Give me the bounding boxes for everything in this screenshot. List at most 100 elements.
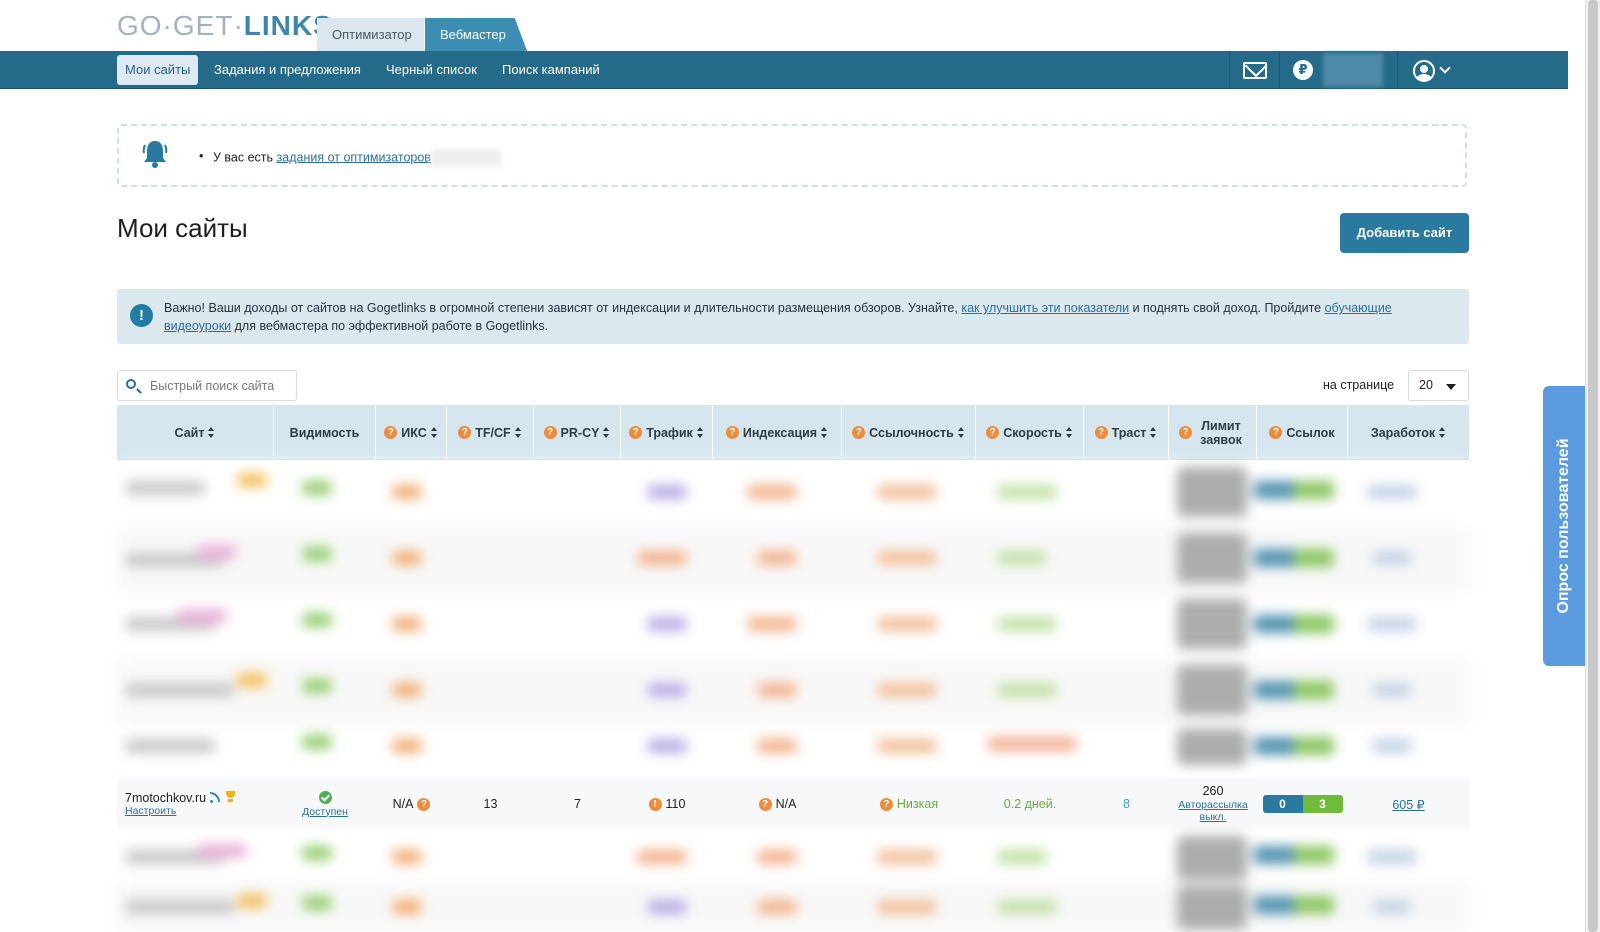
tab-webmaster[interactable]: Вебмастер bbox=[425, 18, 527, 51]
col-speed[interactable]: ? Скорость bbox=[976, 405, 1084, 460]
nav-blacklist[interactable]: Черный список bbox=[386, 55, 477, 85]
help-icon[interactable]: ? bbox=[986, 426, 1000, 439]
site-search[interactable] bbox=[117, 370, 297, 401]
info-text: Важно! Ваши доходы от сайтов на Gogetlin… bbox=[164, 301, 1392, 333]
help-icon[interactable]: ? bbox=[543, 426, 557, 439]
sort-icon bbox=[821, 426, 828, 439]
tasks-link[interactable]: задания от оптимизаторов bbox=[277, 150, 431, 164]
cell-earnings: 605 ₽ bbox=[1348, 778, 1469, 830]
cell-iks: N/A? bbox=[376, 778, 447, 830]
col-traffic[interactable]: ? Трафик bbox=[621, 405, 713, 460]
help-icon[interactable]: ? bbox=[1094, 426, 1108, 439]
sort-icon bbox=[208, 426, 215, 439]
help-icon[interactable]: ? bbox=[725, 426, 739, 439]
page-title: Мои сайты bbox=[117, 213, 248, 243]
sort-icon bbox=[957, 426, 965, 439]
mail-icon[interactable] bbox=[1243, 62, 1267, 79]
notice-prefix: У вас есть bbox=[213, 150, 277, 165]
table-row bbox=[117, 593, 1469, 659]
auto-mailing-link[interactable]: Авторассылка выкл. bbox=[1173, 799, 1253, 823]
table-row bbox=[117, 882, 1469, 932]
links-badge[interactable]: 03 bbox=[1262, 795, 1343, 813]
info-alert: ! Важно! Ваши доходы от сайтов на Gogetl… bbox=[117, 289, 1469, 344]
cell-traffic: ! 110 bbox=[621, 778, 713, 830]
configure-link[interactable]: Настроить bbox=[125, 805, 176, 817]
site-name: 7motochkov.ru bbox=[125, 791, 207, 805]
cell-indexation: ? N/A bbox=[713, 778, 842, 830]
col-request-limit[interactable]: ? Лимит заявок bbox=[1169, 405, 1257, 460]
logo[interactable]: GO·GET·LINKS bbox=[117, 10, 333, 42]
col-tfcf[interactable]: ? TF/CF bbox=[447, 405, 534, 460]
cell-speed: 0.2 дней. bbox=[1003, 797, 1057, 811]
cell-tfcf: 13 bbox=[483, 797, 498, 811]
table-row bbox=[117, 461, 1469, 527]
sort-icon bbox=[1150, 426, 1157, 439]
help-icon[interactable]: ? bbox=[458, 426, 472, 439]
search-icon bbox=[126, 379, 136, 389]
nav-campaign-search[interactable]: Поиск кампаний bbox=[502, 55, 600, 85]
nav-divider bbox=[1397, 51, 1398, 89]
col-prcy[interactable]: ? PR-CY bbox=[534, 405, 621, 460]
help-icon[interactable]: ? bbox=[758, 797, 772, 811]
cell-prcy: 7 bbox=[574, 797, 581, 811]
trophy-icon bbox=[225, 791, 236, 803]
ruble-icon: ₽ bbox=[1293, 60, 1313, 80]
table-row bbox=[117, 527, 1469, 593]
per-page-select[interactable]: 20 bbox=[1408, 370, 1469, 401]
info-icon: ! bbox=[130, 304, 153, 327]
user-avatar-icon[interactable] bbox=[1413, 60, 1435, 82]
top-header: GO·GET·LINKS Оптимизатор Вебмастер bbox=[0, 0, 1568, 51]
col-indexation[interactable]: ? Индексация bbox=[713, 405, 842, 460]
improve-metrics-link[interactable]: как улучшить эти показатели bbox=[961, 301, 1129, 315]
warning-icon[interactable]: ! bbox=[648, 797, 662, 811]
earnings-link[interactable]: 605 ₽ bbox=[1392, 797, 1424, 812]
help-icon[interactable]: ? bbox=[1269, 426, 1283, 439]
blurred-rows-top bbox=[117, 461, 1469, 767]
nav-tasks-offers[interactable]: Задания и предложения bbox=[214, 55, 361, 85]
table-header: Сайт Видимость ? ИКС ? TF/CF ? PR-CY ? Трафи… bbox=[117, 405, 1469, 460]
cell-request-limit: 260 Авторассылка выкл. bbox=[1169, 778, 1257, 830]
col-earnings[interactable]: Заработок bbox=[1348, 405, 1469, 460]
sort-icon bbox=[696, 426, 704, 439]
search-input[interactable] bbox=[150, 376, 290, 396]
nav-divider bbox=[1279, 51, 1280, 89]
help-icon[interactable]: ? bbox=[384, 426, 398, 439]
table-row: 7motochkov.ru Настроить Доступен N/A? 13… bbox=[117, 778, 1469, 830]
main-navbar: Мои сайты Задания и предложения Черный с… bbox=[0, 51, 1568, 89]
help-icon[interactable]: ? bbox=[1179, 426, 1192, 439]
table-row bbox=[117, 659, 1469, 725]
col-visibility: Видимость bbox=[274, 405, 376, 460]
sort-icon bbox=[1065, 426, 1073, 439]
notice-text: У вас есть задания от оптимизаторов bbox=[199, 149, 501, 167]
nav-divider bbox=[1229, 51, 1230, 89]
col-site[interactable]: Сайт bbox=[117, 405, 274, 460]
help-icon[interactable]: ? bbox=[629, 426, 643, 439]
chevron-down-icon[interactable] bbox=[1439, 62, 1451, 74]
balance-value[interactable] bbox=[1323, 53, 1383, 87]
help-icon[interactable]: ? bbox=[417, 797, 431, 811]
col-linkiness[interactable]: ? Ссылочность bbox=[842, 405, 976, 460]
sort-icon bbox=[430, 426, 438, 439]
tab-optimizer[interactable]: Оптимизатор bbox=[317, 18, 424, 51]
sort-icon bbox=[603, 426, 610, 439]
cell-linkiness: ? Низкая bbox=[842, 778, 976, 830]
help-icon[interactable]: ? bbox=[852, 426, 866, 439]
blurred-rows-bottom bbox=[117, 832, 1469, 932]
sort-icon bbox=[1439, 426, 1446, 439]
col-links: ? Ссылок bbox=[1257, 405, 1348, 460]
scrollbar-thumb[interactable] bbox=[1588, 0, 1598, 932]
rss-icon[interactable] bbox=[210, 792, 221, 803]
cell-links: 03 bbox=[1257, 778, 1348, 830]
nav-my-sites[interactable]: Мои сайты bbox=[117, 55, 199, 85]
visibility-status[interactable]: Доступен bbox=[302, 806, 348, 818]
add-site-button[interactable]: Добавить сайт bbox=[1340, 213, 1469, 253]
col-iks[interactable]: ? ИКС bbox=[376, 405, 447, 460]
sort-icon bbox=[514, 426, 522, 439]
help-icon[interactable]: ? bbox=[879, 797, 893, 811]
user-survey-tab[interactable]: Опрос пользователей bbox=[1543, 386, 1585, 666]
cell-trust: 8 bbox=[1123, 797, 1130, 811]
col-trust[interactable]: ? Траст bbox=[1084, 405, 1169, 460]
cell-site: 7motochkov.ru Настроить bbox=[117, 778, 274, 830]
page-scrollbar[interactable] bbox=[1585, 0, 1600, 932]
bell-icon bbox=[142, 141, 168, 168]
